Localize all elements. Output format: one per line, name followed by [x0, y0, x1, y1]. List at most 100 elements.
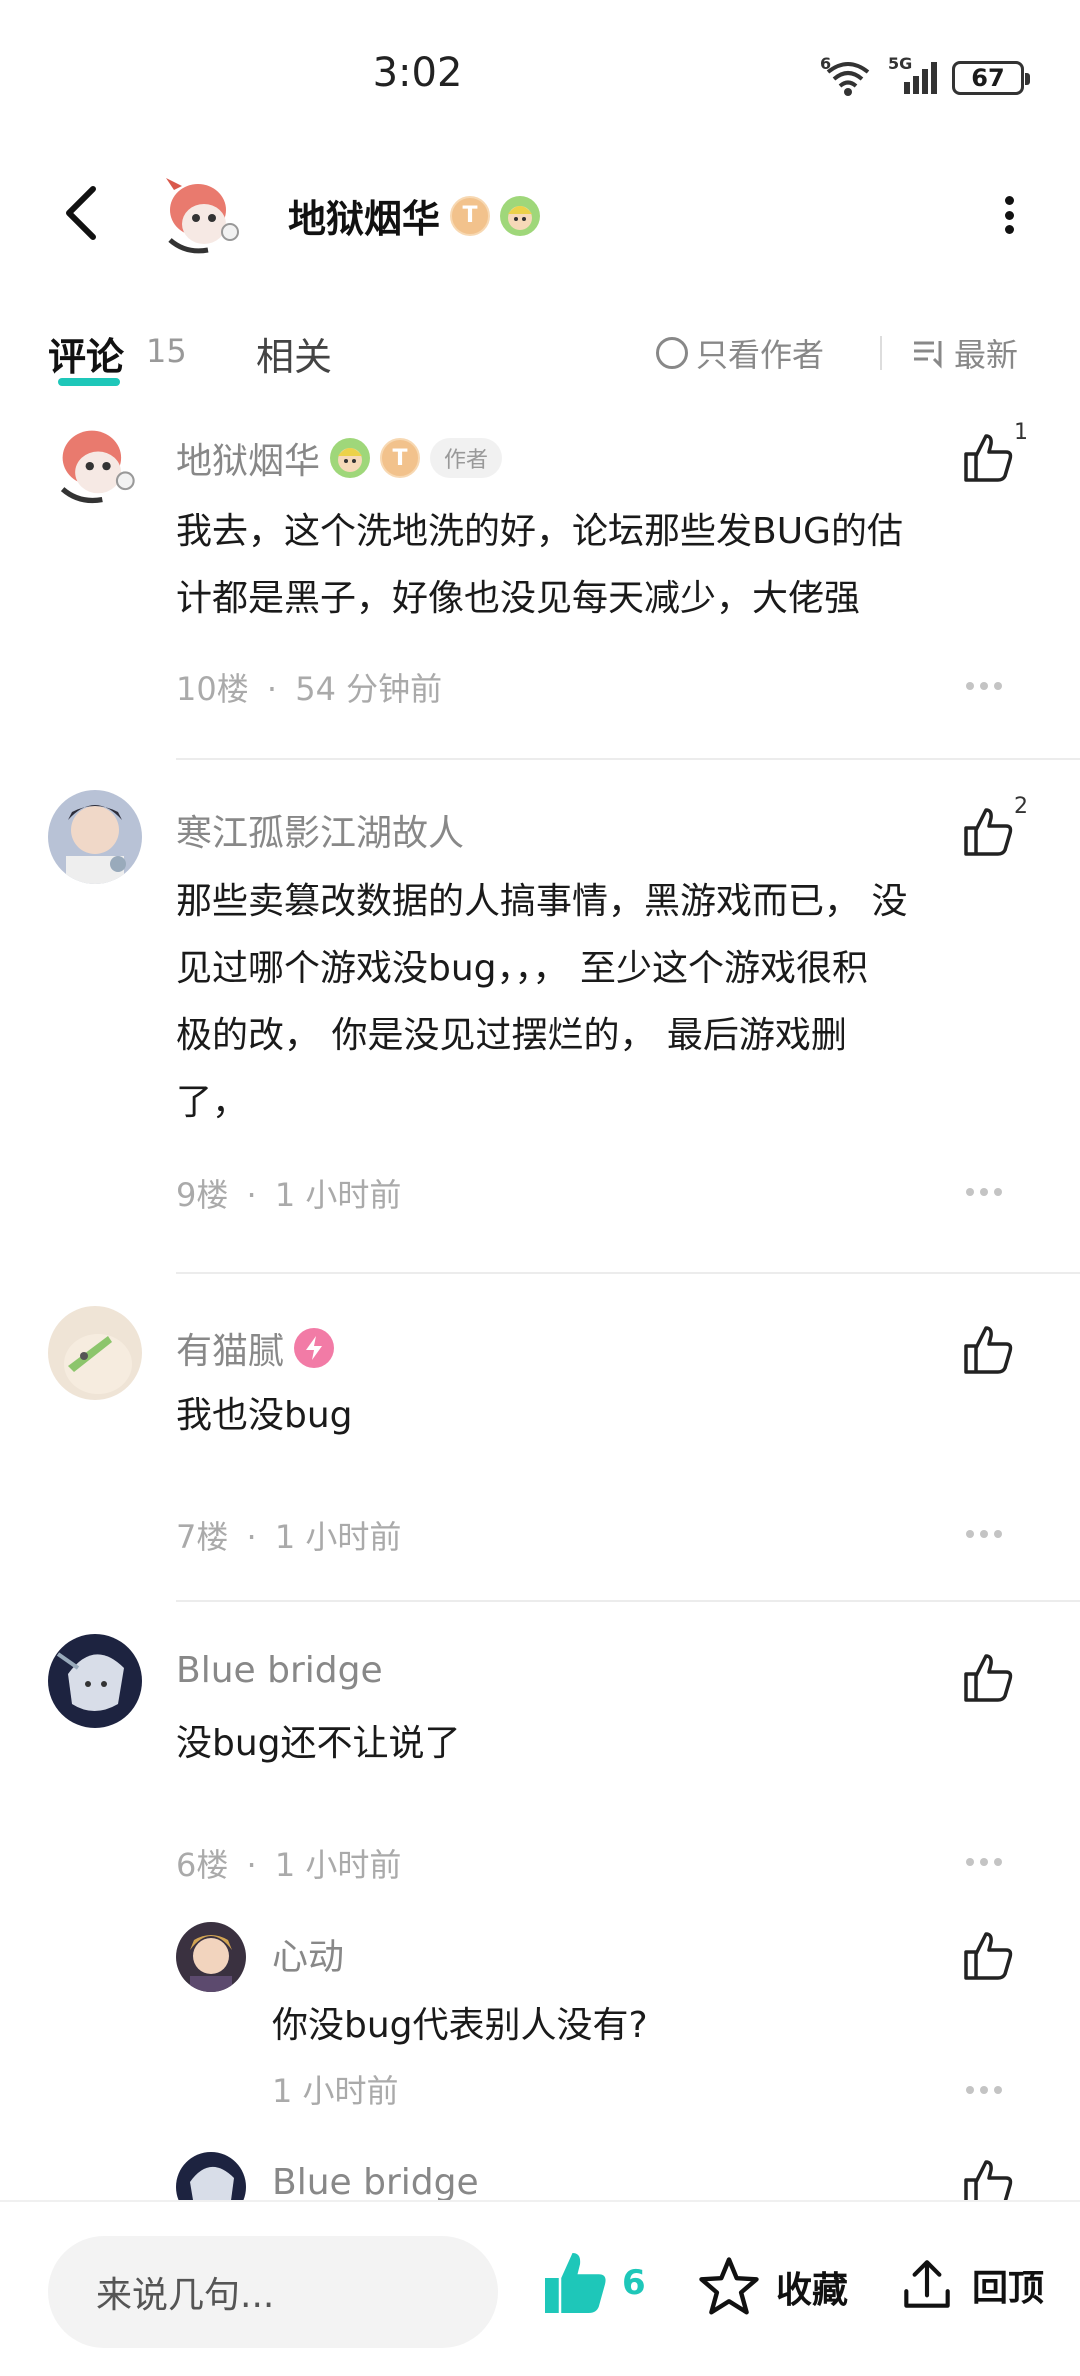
radio-circle-icon — [656, 337, 688, 369]
sort-button[interactable]: 最新 — [912, 330, 1018, 376]
reply-author[interactable]: Blue bridge — [272, 2162, 479, 2203]
post-header: 地狱烟华 T — [0, 150, 1080, 280]
comment-item: 有猫腻 我也没bug 7楼 · 1 小时前 — [0, 1300, 1080, 1602]
thumbs-up-icon — [964, 1326, 1013, 1374]
status-time: 3:02 — [372, 50, 463, 96]
comment-author[interactable]: 地狱烟华 T 作者 — [176, 432, 503, 484]
author-tag: 作者 — [430, 438, 503, 478]
header-title-row: 地狱烟华 T — [288, 188, 541, 243]
level-badge: T — [380, 438, 421, 478]
like-button[interactable] — [960, 1928, 1020, 1988]
thumbs-up-icon — [964, 1932, 1013, 1980]
comment-more-button[interactable] — [966, 1530, 1002, 1538]
comment-text: 我也没bug — [176, 1382, 1026, 1449]
like-button[interactable] — [960, 430, 1020, 490]
tab-comments[interactable]: 评论 — [48, 326, 124, 381]
comment-tabs: 评论 15 相关 只看作者 最新 — [0, 318, 1080, 398]
floor-number: 10楼 — [176, 670, 249, 708]
avatar[interactable] — [48, 1634, 142, 1728]
thumbs-up-icon — [964, 808, 1013, 856]
comment-line: 见过哪个游戏没bug，，， 至少这个游戏很积 — [176, 948, 868, 989]
character-badge-icon — [330, 438, 371, 478]
status-bar: 3:02 6 5G 67 — [0, 0, 1080, 150]
back-to-top-label: 回顶 — [972, 2268, 1045, 2309]
reply-author[interactable]: 心动 — [272, 1928, 344, 1980]
comment-divider — [176, 758, 1080, 760]
comment-author-name: 寒江孤影江湖故人 — [176, 813, 465, 854]
more-dot — [1004, 196, 1014, 205]
meta-separator: · — [246, 1518, 257, 1556]
comment-meta: 7楼 · 1 小时前 — [176, 1512, 401, 1558]
reply-text: 你没bug代表别人没有? — [272, 2005, 648, 2046]
chevron-left-icon — [66, 186, 96, 240]
thumbs-up-icon — [964, 1654, 1013, 1702]
meta-separator: · — [266, 670, 278, 708]
comment-line: 没bug还不让说了 — [176, 1723, 461, 1764]
level-badge-label: T — [392, 445, 408, 471]
comment-line: 极的改， 你是没见过摆烂的， 最后游戏删 — [176, 1015, 847, 1056]
timestamp: 1 小时前 — [274, 1518, 402, 1556]
timestamp: 54 分钟前 — [295, 670, 443, 708]
comment-more-button[interactable] — [966, 1188, 1002, 1196]
comment-meta: 9楼 · 1 小时前 — [176, 1170, 401, 1216]
comment-line: 那些卖篡改数据的人搞事情，黑游戏而已， 没 — [176, 881, 908, 922]
avatar[interactable] — [48, 790, 142, 884]
floor-number: 6楼 — [176, 1846, 229, 1884]
timestamp: 1 小时前 — [274, 1846, 402, 1884]
avatar[interactable] — [48, 416, 142, 510]
sort-icon — [914, 341, 942, 369]
more-dot — [1004, 225, 1014, 234]
author-avatar[interactable] — [156, 170, 246, 260]
comment-line: 计都是黑子，好像也没见每天减少，大佬强 — [176, 578, 861, 619]
level-badge: T — [450, 195, 491, 236]
comment-author-name: Blue bridge — [176, 1650, 383, 1691]
post-like-count: 6 — [622, 2263, 646, 2303]
tab-related[interactable]: 相关 — [256, 326, 332, 381]
floor-number: 9楼 — [176, 1176, 229, 1214]
battery-icon: 67 — [952, 61, 1030, 95]
comment-input[interactable]: 来说几句... — [48, 2236, 498, 2348]
comment-text: 我去，这个洗地洗的好，论坛那些发BUG的估 计都是黑子，好像也没见每天减少，大佬… — [176, 498, 1026, 632]
more-options-button[interactable] — [994, 188, 1024, 242]
bottom-action-bar: 来说几句... 6 收藏 回顶 — [0, 2200, 1080, 2376]
meta-separator: · — [246, 1846, 257, 1884]
status-icons: 6 5G 67 — [820, 54, 1030, 98]
tab-divider — [880, 336, 882, 370]
back-button[interactable] — [46, 178, 116, 248]
comment-item: 地狱烟华 T 作者 1 我去，这个洗地洗的好，论坛那些发BUG的估 计都是黑子，… — [0, 410, 1080, 760]
active-tab-indicator — [58, 378, 120, 386]
comment-item: 寒江孤影江湖故人 2 那些卖篡改数据的人搞事情，黑游戏而已， 没 见过哪个游戏没… — [0, 786, 1080, 1276]
back-to-top-button[interactable]: 回顶 — [896, 2254, 1044, 2316]
more-dot — [1004, 210, 1014, 220]
favorite-button[interactable]: 收藏 — [696, 2254, 848, 2320]
comment-author[interactable]: 寒江孤影江湖故人 — [176, 804, 464, 856]
comment-author-name: 地狱烟华 — [176, 441, 321, 482]
like-button[interactable] — [960, 1322, 1020, 1382]
only-author-label: 只看作者 — [696, 336, 825, 374]
comment-item: Blue bridge 没bug还不让说了 6楼 · 1 小时前 心动 你没bu… — [0, 1628, 1080, 2222]
reply-avatar[interactable] — [176, 1922, 246, 1992]
thumbs-up-icon — [964, 434, 1013, 482]
lightning-badge-icon — [294, 1328, 335, 1368]
comment-more-button[interactable] — [966, 1858, 1002, 1866]
comment-author[interactable]: Blue bridge — [176, 1650, 383, 1691]
like-button[interactable] — [960, 804, 1020, 864]
signal-icon: 5G — [888, 54, 938, 98]
wifi-badge: 6 — [820, 54, 832, 73]
sort-label: 最新 — [954, 336, 1019, 374]
comment-divider — [176, 1272, 1080, 1274]
comment-divider — [176, 1600, 1080, 1602]
comment-author-name: 有猫腻 — [176, 1331, 285, 1372]
like-button[interactable] — [960, 1650, 1020, 1710]
meta-separator: · — [246, 1176, 257, 1214]
comment-text: 那些卖篡改数据的人搞事情，黑游戏而已， 没 见过哪个游戏没bug，，， 至少这个… — [176, 868, 1026, 1136]
avatar[interactable] — [48, 1306, 142, 1400]
reply-more-button[interactable] — [966, 2086, 1002, 2094]
header-title: 地狱烟华 — [288, 197, 441, 241]
comment-author[interactable]: 有猫腻 — [176, 1322, 335, 1374]
only-author-toggle[interactable]: 只看作者 — [656, 330, 824, 376]
thumbs-up-filled-icon — [545, 2253, 606, 2313]
comment-more-button[interactable] — [966, 682, 1002, 690]
timestamp: 1 小时前 — [274, 1176, 402, 1214]
post-like-button[interactable]: 6 — [540, 2248, 646, 2318]
